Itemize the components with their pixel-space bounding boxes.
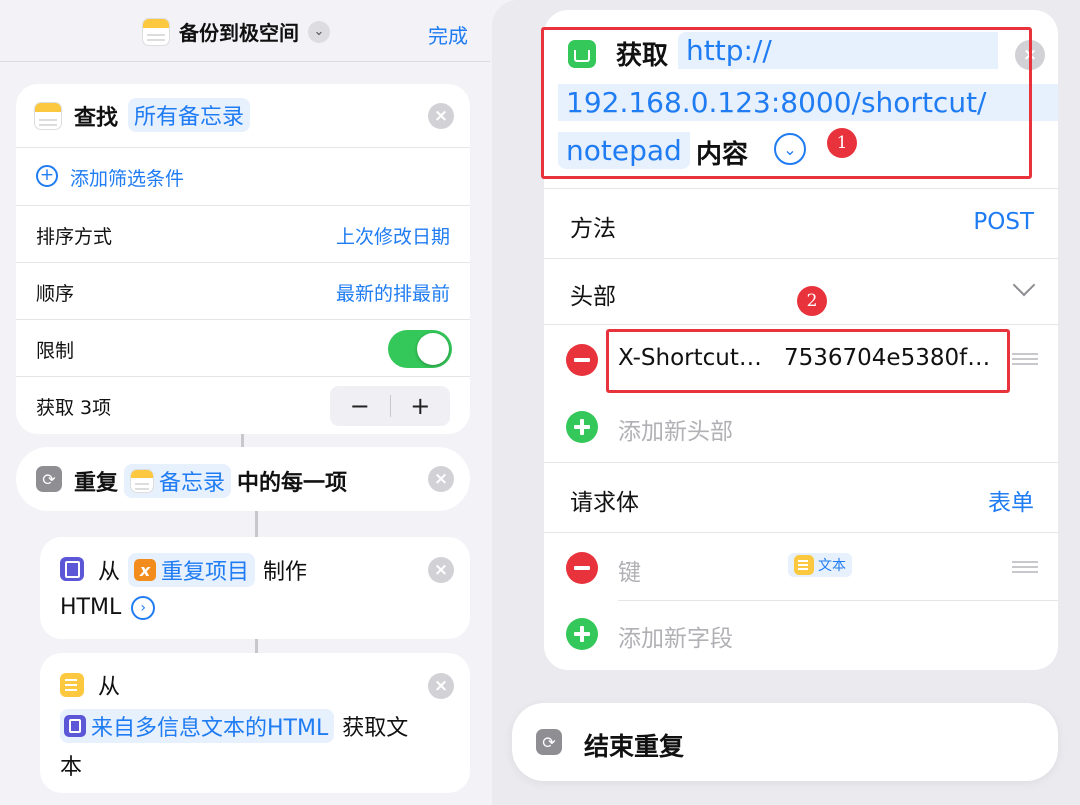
delete-header-icon[interactable] [566, 344, 598, 376]
order-row[interactable]: 顺序 最新的排最前 [16, 263, 470, 320]
annotation-box-header [606, 329, 1010, 393]
drag-handle-icon[interactable] [1012, 561, 1038, 573]
form-field-row: 键 文本 [544, 532, 1058, 600]
add-field-icon[interactable] [566, 618, 598, 650]
repeat-action-text: 重复 备忘录 中的每一项 [74, 464, 347, 498]
annotation-box-url [541, 27, 1032, 179]
add-field-row[interactable]: 添加新字段 [544, 601, 1058, 670]
shortcut-editor-left-panel: 备份到极空间 ⌄ 完成 查找 所有备忘录 × + 添加筛选条件 排序方式 上次修… [0, 0, 490, 805]
field-key-input[interactable]: 键 [618, 553, 641, 587]
get-text-line: 来自多信息文本的HTML 获取文 [60, 709, 408, 743]
limit-label: 限制 [36, 340, 75, 362]
stepper-minus-button[interactable]: − [330, 392, 390, 420]
end-repeat-action[interactable]: ⟳ 结束重复 [512, 703, 1058, 781]
document-icon [60, 557, 84, 581]
remove-action-icon[interactable]: × [428, 466, 454, 492]
from-label: 从 [98, 560, 121, 585]
find-notes-action: 查找 所有备忘录 × + 添加筛选条件 排序方式 上次修改日期 顺序 最新的排最… [16, 84, 470, 434]
field-type-selector[interactable]: 文本 [788, 553, 852, 577]
find-action-title: 查找 [74, 106, 119, 131]
notes-icon [34, 102, 62, 130]
document-icon [64, 715, 86, 737]
variable-x-icon: x [134, 559, 157, 581]
notes-app-icon [142, 17, 170, 46]
repeat-icon: ⟳ [536, 729, 562, 755]
get-text-label-cont: 本 [60, 755, 83, 780]
remove-action-icon[interactable]: × [428, 673, 454, 699]
method-label: 方法 [570, 216, 616, 242]
flow-connector [255, 511, 258, 537]
make-html-line: 从 x 重复项目 制作 [98, 553, 307, 587]
find-target-variable[interactable]: 所有备忘录 [128, 98, 251, 132]
notes-icon [130, 469, 155, 493]
add-filter-label: 添加筛选条件 [70, 168, 185, 190]
html-output-label: HTML [60, 595, 122, 620]
end-repeat-label: 结束重复 [584, 732, 685, 761]
repeat-item-variable[interactable]: x 重复项目 [128, 553, 256, 587]
shortcut-title-button[interactable]: 备份到极空间 ⌄ [142, 17, 330, 46]
find-action-header: 查找 所有备忘录 × [16, 84, 470, 148]
order-value[interactable]: 最新的排最前 [336, 279, 450, 306]
flow-connector [255, 639, 258, 653]
from-label: 从 [98, 675, 121, 700]
add-header-label: 添加新头部 [618, 419, 733, 445]
done-button[interactable]: 完成 [428, 20, 468, 49]
html-from-rich-text-variable[interactable]: 来自多信息文本的HTML [60, 709, 335, 743]
add-header-row[interactable]: 添加新头部 [544, 394, 1058, 462]
html-from-rich-text-label: 来自多信息文本的HTML [91, 716, 329, 741]
flow-connector [241, 434, 244, 447]
limit-row: 限制 [16, 320, 470, 377]
get-text-action: 从 来自多信息文本的HTML 获取文 本 × [40, 653, 470, 793]
repeat-item-label: 重复项目 [161, 560, 250, 585]
make-html-output-line: HTML › [60, 595, 156, 620]
get-text-label: 获取文 [342, 716, 409, 741]
chevron-down-icon[interactable]: ⌄ [308, 20, 330, 43]
add-circle-icon: + [36, 165, 58, 187]
remove-action-icon[interactable]: × [428, 103, 454, 129]
repeat-title: 重复 [74, 471, 119, 496]
get-count-label: 获取 3项 [36, 397, 112, 419]
add-header-icon[interactable] [566, 411, 598, 443]
request-body-row[interactable]: 请求体 表单 [544, 462, 1058, 532]
text-icon [794, 555, 814, 575]
drag-handle-icon[interactable] [1012, 353, 1038, 365]
annotation-badge-1: 1 [827, 128, 857, 158]
method-row[interactable]: 方法 POST [544, 188, 1058, 258]
add-filter-row[interactable]: + 添加筛选条件 [16, 148, 470, 206]
order-label: 顺序 [36, 283, 75, 305]
add-field-label: 添加新字段 [618, 626, 733, 652]
chevron-right-circle-icon[interactable]: › [131, 595, 156, 620]
text-icon [60, 673, 84, 697]
delete-field-icon[interactable] [566, 552, 598, 584]
method-value[interactable]: POST [973, 209, 1034, 235]
shortcut-title: 备份到极空间 [179, 21, 299, 45]
headers-label: 头部 [570, 284, 616, 310]
repeat-variable-label: 备忘录 [159, 471, 226, 496]
sort-by-label: 排序方式 [36, 226, 113, 248]
stepper-plus-button[interactable]: + [391, 392, 451, 420]
editor-header: 备份到极空间 ⌄ 完成 [0, 0, 490, 62]
request-body-value[interactable]: 表单 [988, 483, 1034, 517]
count-stepper[interactable]: − + [330, 386, 450, 426]
field-type-label: 文本 [818, 558, 846, 574]
repeat-suffix: 中的每一项 [237, 471, 348, 496]
make-html-action: 从 x 重复项目 制作 HTML › × [40, 537, 470, 639]
get-count-row: 获取 3项 − + [16, 377, 470, 434]
limit-toggle[interactable] [388, 330, 452, 368]
repeat-icon: ⟳ [36, 466, 62, 492]
remove-action-icon[interactable]: × [428, 557, 454, 583]
annotation-badge-2: 2 [797, 286, 827, 316]
repeat-variable[interactable]: 备忘录 [124, 464, 232, 498]
repeat-each-action: ⟳ 重复 备忘录 中的每一项 × [16, 447, 470, 511]
sort-by-value[interactable]: 上次修改日期 [336, 222, 450, 249]
chevron-down-icon[interactable] [1012, 273, 1036, 297]
request-body-label: 请求体 [570, 490, 639, 516]
make-label: 制作 [263, 560, 308, 585]
sort-by-row[interactable]: 排序方式 上次修改日期 [16, 206, 470, 263]
